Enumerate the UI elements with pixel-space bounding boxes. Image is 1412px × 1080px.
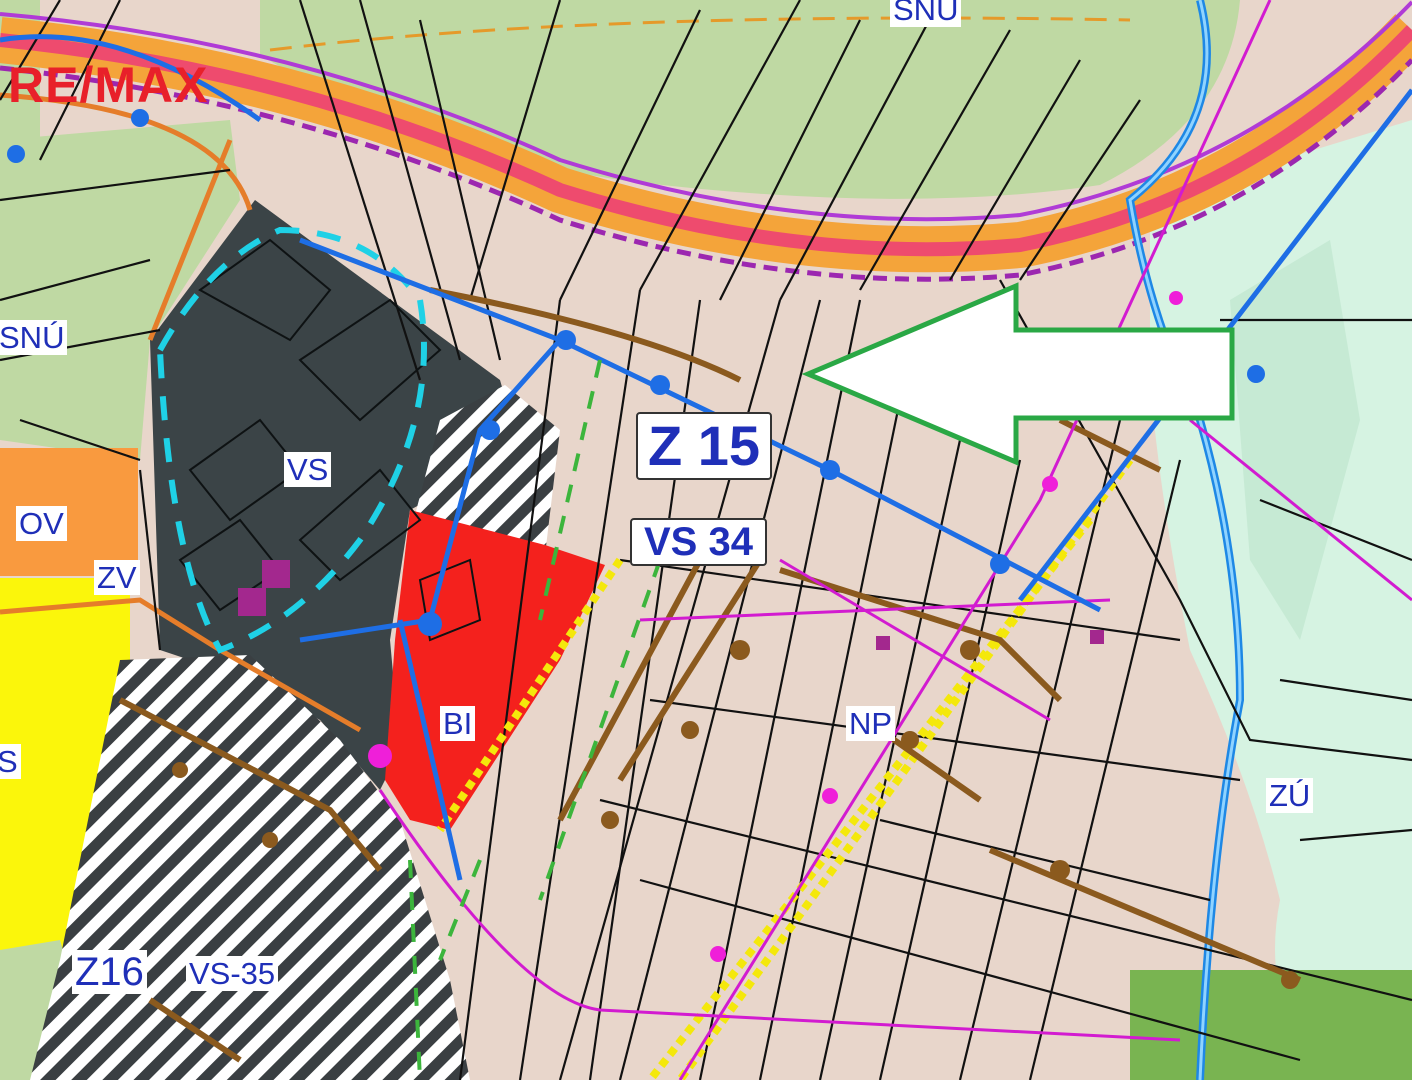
zoning-map: RE/MAX SNÚ SNÚ VS OV ZV S BI Z 15 VS 34 … <box>0 0 1412 1080</box>
zone-label-vs: VS <box>284 452 332 487</box>
zone-label-snu-left: SNÚ <box>0 320 68 355</box>
zone-label-z15: Z 15 <box>636 412 773 480</box>
zone-label-vs35: VS-35 <box>186 956 279 991</box>
zone-label-s: S <box>0 744 21 779</box>
zone-label-vs34: VS 34 <box>630 518 767 566</box>
zone-label-snu-top: SNÚ <box>890 0 962 27</box>
remax-logo: RE/MAX <box>8 57 209 113</box>
zone-label-ov: OV <box>16 506 67 541</box>
zone-label-zv: ZV <box>94 560 140 595</box>
zone-label-np: NP <box>846 706 896 741</box>
zone-label-z16: Z16 <box>72 950 147 994</box>
zone-label-zu: ZÚ <box>1266 778 1314 813</box>
zone-label-bi: BI <box>440 706 476 741</box>
